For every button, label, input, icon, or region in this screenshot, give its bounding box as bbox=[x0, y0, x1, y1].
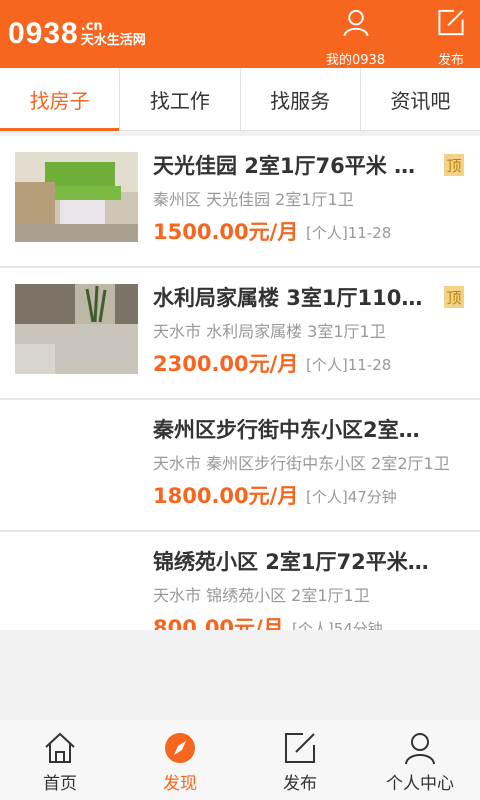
app-header: 0938 .cn 天水生活网 我的0938 发布 bbox=[0, 0, 480, 68]
edit-icon bbox=[285, 733, 315, 763]
tab-label: 找工作 bbox=[149, 88, 210, 113]
listing-price: 2300.00元/月 bbox=[153, 352, 299, 376]
nav-home[interactable]: 首页 bbox=[0, 720, 120, 800]
listing-price: 1800.00元/月 bbox=[153, 484, 299, 508]
listing-meta: [个人]11-28 bbox=[306, 224, 392, 242]
logo-domain-text: .cn bbox=[80, 19, 103, 34]
site-logo[interactable]: 0938 .cn 天水生活网 bbox=[8, 16, 146, 52]
list-item[interactable]: 天光佳园 2室1厅76平米 精装修 顶 秦州区 天光佳园 2室1厅1卫 1500… bbox=[0, 136, 480, 268]
nav-label: 首页 bbox=[43, 774, 77, 794]
list-item[interactable]: 锦绣苑小区 2室1厅72平米 精装 天水市 锦绣苑小区 2室1厅1卫 800.0… bbox=[0, 532, 480, 630]
logo-main-text: 0938 bbox=[8, 17, 79, 50]
top-badge: 顶 bbox=[444, 154, 464, 176]
tab-news[interactable]: 资讯吧 bbox=[361, 68, 480, 130]
listing-location: 秦州区 天光佳园 2室1厅1卫 bbox=[153, 190, 354, 209]
list-item[interactable]: 水利局家属楼 3室1厅110平米 顶 天水市 水利局家属楼 3室1厅1卫 230… bbox=[0, 268, 480, 400]
home-icon bbox=[45, 732, 75, 763]
nav-discover[interactable]: 发现 bbox=[120, 720, 240, 800]
edit-icon bbox=[438, 9, 464, 36]
nav-profile[interactable]: 个人中心 bbox=[360, 720, 480, 800]
nav-label: 个人中心 bbox=[386, 774, 454, 794]
listing-meta: [个人]54分钟 bbox=[292, 620, 383, 630]
listing-price: 800.00元/月 bbox=[153, 616, 284, 630]
nav-post[interactable]: 发布 bbox=[240, 720, 360, 800]
listing-title: 水利局家属楼 3室1厅110平米 bbox=[153, 286, 431, 310]
logo-subtitle: 天水生活网 bbox=[80, 33, 146, 48]
post-button[interactable]: 发布 bbox=[436, 8, 466, 68]
listing-location: 天水市 秦州区步行街中东小区 2室2厅1卫 bbox=[153, 454, 450, 473]
tab-services[interactable]: 找服务 bbox=[241, 68, 361, 130]
tab-housing[interactable]: 找房子 bbox=[0, 68, 121, 131]
post-label: 发布 bbox=[437, 53, 464, 68]
bottom-navigation: 首页 发现 发布 个人中心 bbox=[0, 720, 480, 800]
listing-price: 1500.00元/月 bbox=[153, 220, 299, 244]
tab-jobs[interactable]: 找工作 bbox=[120, 68, 241, 130]
tab-label: 找房子 bbox=[29, 88, 90, 113]
listing-title: 天光佳园 2室1厅76平米 精装修 bbox=[153, 154, 431, 178]
nav-label: 发布 bbox=[283, 774, 317, 794]
tab-label: 找服务 bbox=[270, 88, 331, 113]
my-account-label: 我的0938 bbox=[326, 53, 386, 68]
list-item[interactable]: 秦州区步行街中东小区2室2厅 天水市 秦州区步行街中东小区 2室2厅1卫 180… bbox=[0, 400, 480, 532]
listing-location: 天水市 水利局家属楼 3室1厅1卫 bbox=[153, 322, 386, 341]
tab-label: 资讯吧 bbox=[390, 88, 451, 113]
listing-meta: [个人]47分钟 bbox=[306, 488, 397, 506]
listing-meta: [个人]11-28 bbox=[306, 356, 392, 374]
listing-list: 天光佳园 2室1厅76平米 精装修 顶 秦州区 天光佳园 2室1厅1卫 1500… bbox=[0, 136, 480, 630]
category-tabs: 找房子 找工作 找服务 资讯吧 bbox=[0, 68, 480, 131]
listing-title: 锦绣苑小区 2室1厅72平米 精装 bbox=[153, 550, 431, 574]
compass-icon bbox=[165, 733, 195, 763]
listing-photo bbox=[15, 284, 138, 374]
listing-location: 天水市 锦绣苑小区 2室1厅1卫 bbox=[153, 586, 370, 605]
listing-title: 秦州区步行街中东小区2室2厅 bbox=[153, 418, 431, 442]
person-icon bbox=[405, 733, 435, 765]
top-badge: 顶 bbox=[444, 286, 464, 308]
listing-photo bbox=[15, 152, 138, 242]
nav-label: 发现 bbox=[163, 774, 197, 794]
person-icon bbox=[342, 9, 369, 37]
my-account-button[interactable]: 我的0938 bbox=[326, 8, 385, 68]
